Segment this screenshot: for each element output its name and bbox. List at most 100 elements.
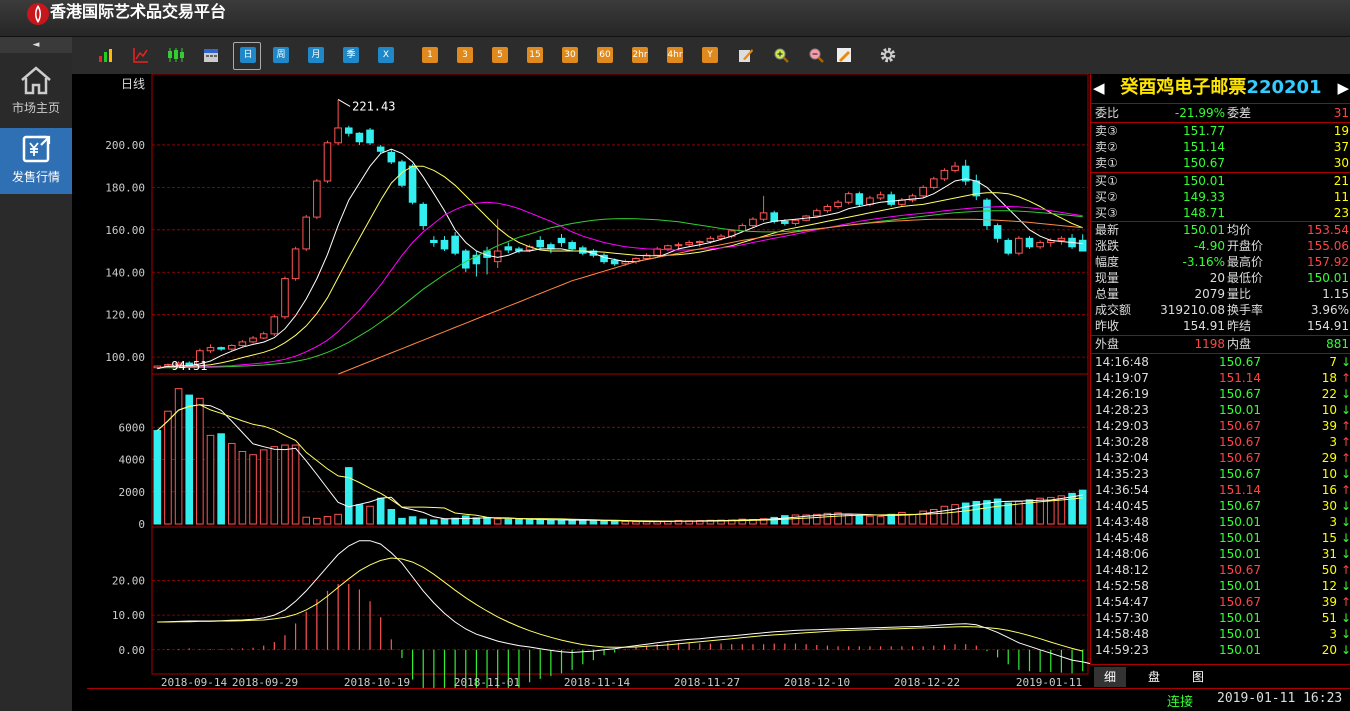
tick-row: 14:54:47 150.67 39 ↑ <box>1095 594 1350 610</box>
bar-chart-icon[interactable] <box>96 45 116 65</box>
sidebar-item-market-home[interactable]: 市场主页 <box>0 59 72 125</box>
chart-title: 日线 <box>121 77 145 91</box>
volume-bar <box>206 434 215 525</box>
minute-15-button[interactable]: 15 <box>527 47 543 63</box>
calendar-icon[interactable] <box>201 45 221 65</box>
stat-label: 幅度 <box>1095 255 1120 269</box>
bid-row: 买① 150.01 21 <box>1095 173 1350 189</box>
date-tick-label: 2018-10-19 <box>344 676 410 688</box>
tab-detail[interactable]: 细 <box>1094 667 1126 687</box>
candle-body <box>366 129 374 144</box>
volume-bar <box>366 505 374 525</box>
candle-body <box>493 250 502 263</box>
volume-bar <box>791 514 800 525</box>
tick-price: 150.67 <box>1219 563 1261 577</box>
volume-bar <box>876 516 885 525</box>
volume-bar <box>515 518 523 525</box>
stat-row: 涨跌 -4.90 开盘价 155.06 <box>1095 238 1350 254</box>
volume-bar <box>227 442 236 525</box>
candle-body <box>504 246 513 251</box>
candle-body <box>536 239 545 248</box>
tick-row: 14:40:45 150.67 30 ↓ <box>1095 498 1350 514</box>
tick-time: 14:59:23 <box>1095 643 1149 657</box>
year-button[interactable]: Y <box>702 47 718 63</box>
candle-body <box>249 337 257 343</box>
zoom-in-icon[interactable] <box>771 45 791 65</box>
tick-price: 151.14 <box>1219 483 1261 497</box>
price-tick-label: 100.00 <box>105 351 145 364</box>
kline-chart[interactable]: 日线 200.00 180.00 160.00 140.00 120.00 100.00 60… <box>87 74 1090 688</box>
candle-body <box>706 237 715 242</box>
minute-3-button[interactable]: 3 <box>457 47 473 63</box>
tick-direction-icon: ↓ <box>1341 467 1350 481</box>
sidebar-item-issue-market[interactable]: 发售行情 <box>0 128 72 194</box>
tick-time: 14:28:23 <box>1095 403 1149 417</box>
price-tick-label: 120.00 <box>105 309 145 322</box>
volume-bar <box>1004 502 1013 525</box>
stat-row: 幅度 -3.16% 最高价 157.92 <box>1095 254 1350 270</box>
candle-body <box>664 245 672 250</box>
stat-value: 319210.08 <box>1160 303 1225 317</box>
candle-body <box>674 244 683 247</box>
tick-direction-icon: ↑ <box>1341 419 1350 433</box>
tick-row: 14:30:28 150.67 3 ↑ <box>1095 434 1350 450</box>
ask-row: 卖③ 151.77 19 <box>1095 123 1350 139</box>
tick-row: 14:28:23 150.01 10 ↓ <box>1095 402 1350 418</box>
candlestick-icon[interactable] <box>166 45 186 65</box>
minute-1-button[interactable]: 1 <box>422 47 438 63</box>
minute-5-button[interactable]: 5 <box>492 47 508 63</box>
hour-4-button[interactable]: 4hr <box>667 47 683 63</box>
draw-tool-icon[interactable] <box>834 45 854 65</box>
stat-label: 换手率 <box>1227 303 1264 317</box>
settings-gear-icon[interactable] <box>878 45 898 65</box>
sidebar-item-label: 市场主页 <box>11 101 60 115</box>
period-week-button[interactable]: 周 <box>273 47 289 63</box>
tick-row: 14:32:04 150.67 29 ↑ <box>1095 450 1350 466</box>
ask-row: 卖② 151.14 37 <box>1095 139 1350 155</box>
tick-direction-icon: ↓ <box>1341 611 1350 625</box>
tab-chart[interactable]: 图 <box>1182 667 1214 687</box>
ask-volume: 19 <box>1333 124 1349 138</box>
minute-60-button[interactable]: 60 <box>597 47 613 63</box>
period-quarter-button[interactable]: 季 <box>343 47 359 63</box>
period-month-button[interactable]: 月 <box>308 47 324 63</box>
tick-time: 14:48:06 <box>1095 547 1149 561</box>
candle-body <box>855 193 864 205</box>
tick-time: 14:57:30 <box>1095 611 1149 625</box>
stat-label: 开盘价 <box>1227 239 1264 253</box>
tick-row: 14:52:58 150.01 12 ↓ <box>1095 578 1350 594</box>
volume-bar <box>547 519 555 525</box>
candle-body <box>270 316 279 335</box>
candle-body <box>206 347 215 352</box>
weibi-value: -21.99% <box>1174 106 1225 120</box>
tick-row: 14:16:48 150.67 7 ↓ <box>1095 354 1350 370</box>
stat-value: 3.96% <box>1310 303 1349 317</box>
tick-price: 150.67 <box>1219 467 1261 481</box>
tick-direction-icon: ↓ <box>1341 627 1350 641</box>
hour-2-button[interactable]: 2hr <box>632 47 648 63</box>
stat-row: 成交额 319210.08 换手率 3.96% <box>1095 302 1350 318</box>
tick-volume: 10 <box>1321 467 1337 481</box>
candle-body <box>302 216 311 250</box>
volume-bar <box>525 519 534 525</box>
volume-bar <box>1015 500 1023 525</box>
tick-row: 14:57:30 150.01 51 ↓ <box>1095 610 1350 626</box>
stock-title: ◀ 癸酉鸡电子邮票220201 ▶ <box>1091 74 1350 102</box>
sidebar-collapse-button[interactable]: ◄ <box>0 37 72 53</box>
stat-label: 均价 <box>1227 223 1252 237</box>
tick-price: 150.01 <box>1219 403 1261 417</box>
date-tick-label: 2018-12-22 <box>894 676 960 688</box>
tick-volume: 12 <box>1321 579 1337 593</box>
tab-book[interactable]: 盘 <box>1138 667 1170 687</box>
tick-price: 150.67 <box>1219 387 1261 401</box>
minute-30-button[interactable]: 30 <box>562 47 578 63</box>
outer-inner-row: 外盘 1198 内盘 881 <box>1095 336 1350 352</box>
line-chart-icon[interactable] <box>131 45 151 65</box>
edit-chart-icon[interactable] <box>736 45 756 65</box>
price-tick-label: 200.00 <box>105 139 145 152</box>
zoom-out-icon[interactable] <box>806 45 826 65</box>
tick-direction-icon: ↓ <box>1341 547 1350 561</box>
period-x-button[interactable]: X <box>378 47 394 63</box>
volume-bar <box>951 504 959 525</box>
ask-price: 150.67 <box>1183 156 1225 170</box>
